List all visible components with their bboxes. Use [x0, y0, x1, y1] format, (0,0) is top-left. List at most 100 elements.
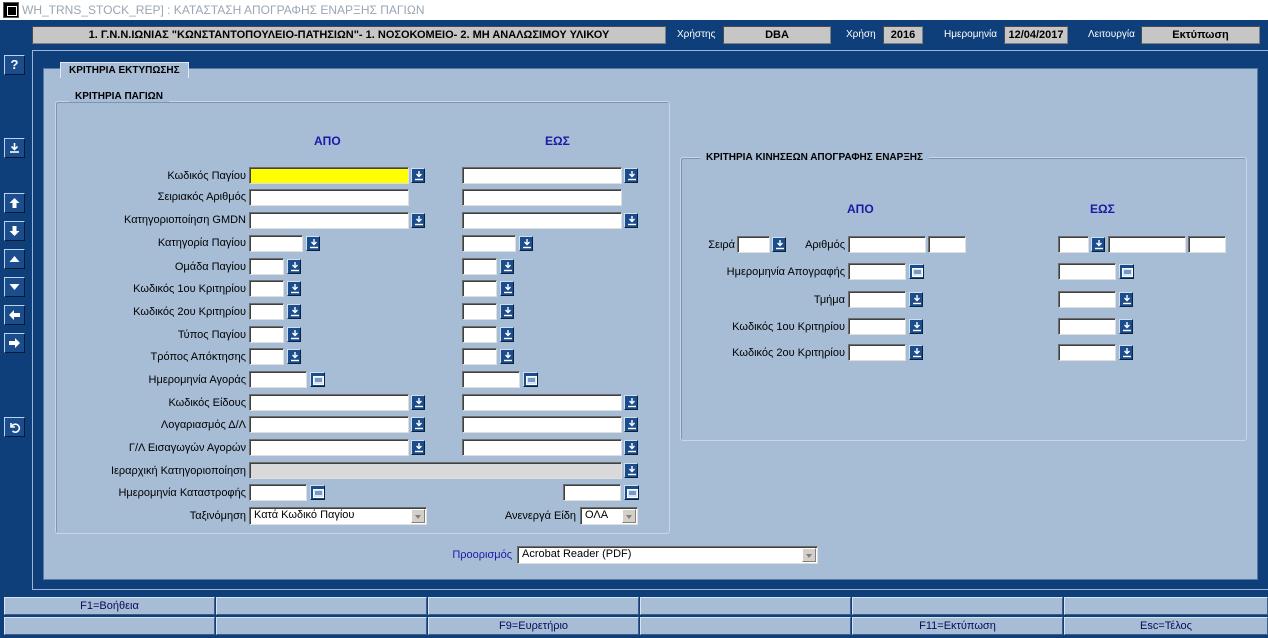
fkey-index-button[interactable]: F9=Ευρετήριο [428, 617, 639, 635]
previous-block-button[interactable] [4, 249, 25, 269]
criterion1-from-lov-button[interactable] [287, 281, 301, 296]
criterion2-to-input[interactable] [462, 303, 497, 320]
department-to-input[interactable] [1058, 291, 1116, 308]
inventory-date-to-input[interactable] [1058, 263, 1116, 280]
asset-category-to-input[interactable] [462, 235, 516, 252]
fkey-exit-button[interactable]: Esc=Τέλος [1064, 617, 1268, 635]
movement-criterion1-to-lov-button[interactable] [1119, 319, 1133, 334]
asset-group-to-lov-button[interactable] [500, 259, 514, 274]
purchase-date-from-input[interactable] [249, 371, 307, 388]
movement-criterion1-from-input[interactable] [848, 318, 906, 335]
asset-category-from-lov-button[interactable] [306, 236, 320, 251]
asset-category-from-input[interactable] [249, 235, 303, 252]
item-code-from-lov-button[interactable] [411, 395, 425, 410]
inactive-select[interactable]: ΟΛΑ [580, 507, 638, 525]
inventory-date-from-calendar-button[interactable] [909, 264, 924, 279]
asset-category-to-lov-button[interactable] [519, 236, 533, 251]
inventory-date-from-input[interactable] [848, 263, 906, 280]
asset-group-from-input[interactable] [249, 258, 284, 275]
asset-group-from-lov-button[interactable] [287, 259, 301, 274]
criterion1-to-input[interactable] [462, 280, 497, 297]
department-from-lov-button[interactable] [909, 292, 923, 307]
fkey-empty-button[interactable] [640, 617, 851, 635]
series-from-lov-button[interactable] [772, 237, 786, 252]
number-from-input[interactable] [848, 236, 926, 253]
inventory-date-to-calendar-button[interactable] [1119, 264, 1134, 279]
fkey-empty-button[interactable] [428, 597, 639, 615]
purchase-date-from-calendar-button[interactable] [310, 372, 325, 387]
serial-number-to-input[interactable] [462, 189, 622, 206]
acquisition-method-to-input[interactable] [462, 348, 497, 365]
number-to-input[interactable] [1108, 236, 1186, 253]
asset-code-from-lov-button[interactable] [411, 168, 425, 183]
item-code-from-input[interactable] [249, 394, 409, 411]
fkey-print-button[interactable]: F11=Εκτύπωση [852, 617, 1063, 635]
purchase-date-to-input[interactable] [462, 371, 520, 388]
next-block-button[interactable] [4, 277, 25, 297]
series-to-lov-button[interactable] [1091, 237, 1105, 252]
movement-criterion2-to-lov-button[interactable] [1119, 345, 1133, 360]
gl-imports-from-input[interactable] [249, 439, 409, 456]
department-from-input[interactable] [848, 291, 906, 308]
movement-criterion1-to-input[interactable] [1058, 318, 1116, 335]
asset-type-from-input[interactable] [249, 326, 284, 343]
sort-select[interactable]: Κατά Κωδικό Παγίου [249, 507, 427, 525]
series-from-input[interactable] [737, 236, 770, 253]
account-from-lov-button[interactable] [411, 417, 425, 432]
movement-criterion1-from-lov-button[interactable] [909, 319, 923, 334]
previous-record-button[interactable] [4, 193, 25, 213]
acquisition-method-to-lov-button[interactable] [500, 349, 514, 364]
gmdn-to-input[interactable] [462, 212, 622, 229]
number-to-suffix-input[interactable] [1188, 236, 1226, 253]
fkey-empty-button[interactable] [1064, 597, 1268, 615]
fkey-empty-button[interactable] [216, 617, 427, 635]
asset-group-to-input[interactable] [462, 258, 497, 275]
help-button[interactable]: ? [4, 55, 25, 75]
lov-button[interactable] [4, 138, 25, 158]
movement-criterion2-from-lov-button[interactable] [909, 345, 923, 360]
asset-code-to-lov-button[interactable] [624, 168, 638, 183]
asset-type-from-lov-button[interactable] [287, 327, 301, 342]
asset-code-from-input[interactable] [249, 167, 409, 184]
criterion1-from-input[interactable] [249, 280, 284, 297]
gmdn-to-lov-button[interactable] [624, 213, 638, 228]
gl-imports-to-input[interactable] [462, 439, 622, 456]
destruction-date-from-calendar-button[interactable] [310, 485, 325, 500]
fkey-empty-button[interactable] [216, 597, 427, 615]
destruction-date-to-input[interactable] [563, 484, 621, 501]
fkey-empty-button[interactable] [4, 617, 215, 635]
criterion2-from-input[interactable] [249, 303, 284, 320]
account-from-input[interactable] [249, 416, 409, 433]
acquisition-method-from-input[interactable] [249, 348, 284, 365]
item-code-to-lov-button[interactable] [624, 395, 638, 410]
next-field-button[interactable] [4, 333, 25, 353]
movement-criterion2-from-input[interactable] [848, 344, 906, 361]
asset-type-to-lov-button[interactable] [500, 327, 514, 342]
asset-type-to-input[interactable] [462, 326, 497, 343]
destination-select[interactable]: Acrobat Reader (PDF) [517, 546, 818, 564]
gl-imports-from-lov-button[interactable] [411, 440, 425, 455]
fkey-empty-button[interactable] [852, 597, 1063, 615]
undo-button[interactable] [4, 417, 25, 437]
destruction-date-to-calendar-button[interactable] [624, 485, 639, 500]
acquisition-method-from-lov-button[interactable] [287, 349, 301, 364]
series-to-input[interactable] [1058, 236, 1089, 253]
next-record-button[interactable] [4, 221, 25, 241]
account-to-input[interactable] [462, 416, 622, 433]
gl-imports-to-lov-button[interactable] [624, 440, 638, 455]
movement-criterion2-to-input[interactable] [1058, 344, 1116, 361]
account-to-lov-button[interactable] [624, 417, 638, 432]
destruction-date-from-input[interactable] [249, 484, 307, 501]
serial-number-from-input[interactable] [249, 189, 409, 206]
gmdn-from-input[interactable] [249, 212, 409, 229]
gmdn-from-lov-button[interactable] [411, 213, 425, 228]
criterion2-to-lov-button[interactable] [500, 304, 514, 319]
hierarchy-input[interactable] [249, 462, 622, 479]
criterion1-to-lov-button[interactable] [500, 281, 514, 296]
fkey-help-button[interactable]: F1=Βοήθεια [4, 597, 215, 615]
criterion2-from-lov-button[interactable] [287, 304, 301, 319]
asset-code-to-input[interactable] [462, 167, 622, 184]
fkey-empty-button[interactable] [640, 597, 851, 615]
hierarchy-lov-button[interactable] [624, 463, 638, 478]
item-code-to-input[interactable] [462, 394, 622, 411]
